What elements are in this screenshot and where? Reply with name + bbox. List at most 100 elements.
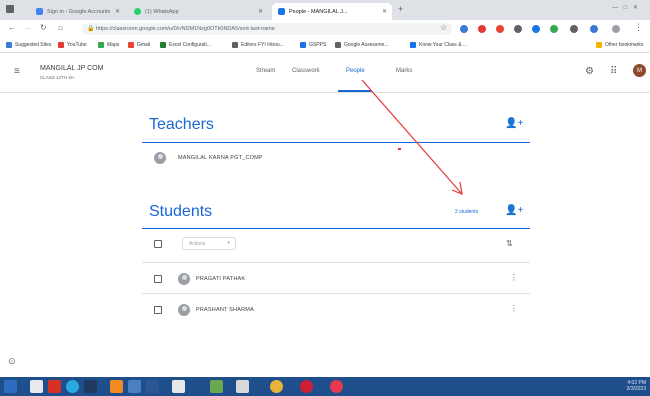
word-icon[interactable]: [146, 380, 159, 393]
url-text: https://classroom.google.com/u/0/r/NDM1N…: [96, 26, 275, 32]
opera-icon[interactable]: [300, 380, 313, 393]
bookmark-item[interactable]: YouTube: [58, 42, 87, 48]
class-name[interactable]: MANGILAL JP COM: [40, 65, 103, 72]
extensions-puzzle-icon[interactable]: [590, 25, 598, 33]
tab-people[interactable]: People - MANGILAL J... ✕: [272, 3, 392, 20]
system-tray[interactable]: 4:02 PM 3/3/2023: [627, 380, 646, 392]
clock-date: 3/3/2023: [626, 386, 646, 392]
extension-icon[interactable]: [460, 25, 468, 33]
browser-toolbar: ← → ↻ ⌂ 🔒 https://classroom.google.com/u…: [0, 20, 650, 38]
avatar: [178, 273, 190, 285]
bookmark-icon: [232, 42, 238, 48]
tab-label: Sign in - Google Accounts: [47, 8, 111, 15]
avatar: [154, 152, 166, 164]
students-count: 2 students: [455, 209, 479, 215]
bookmark-item[interactable]: Suggested Sites: [6, 42, 51, 48]
browser-menu-icon[interactable]: ⋮: [634, 22, 643, 33]
avatar: [178, 304, 190, 316]
student-name: PRASHANT SHARMA: [196, 307, 254, 313]
start-button-icon[interactable]: [4, 380, 17, 393]
extension-icon[interactable]: [478, 25, 486, 33]
sort-az-icon[interactable]: ⇅: [506, 239, 513, 248]
home-icon[interactable]: ⌂: [58, 23, 63, 32]
student-checkbox[interactable]: [154, 275, 162, 283]
app-icon[interactable]: [110, 380, 123, 393]
hamburger-menu-icon[interactable]: ≡: [14, 66, 20, 77]
app-icon[interactable]: [128, 380, 141, 393]
bookmark-star-icon[interactable]: ☆: [440, 23, 447, 32]
bookmark-item[interactable]: Maps: [98, 42, 119, 48]
bookmark-icon: [6, 42, 12, 48]
close-tab-icon[interactable]: ✕: [382, 8, 387, 15]
student-checkbox[interactable]: [154, 306, 162, 314]
browser-tab-strip: Sign in - Google Accounts ✕ (1) WhatsApp…: [0, 0, 650, 20]
class-section: CLASS 12TH XII: [40, 75, 74, 80]
bookmarks-bar: Suggested Sites YouTube Maps Gmail Excel…: [0, 38, 650, 53]
windows-taskbar: 4:02 PM 3/3/2023: [0, 377, 650, 396]
window-controls[interactable]: — □ ✕: [612, 4, 640, 11]
tab-classwork[interactable]: Classwork: [292, 68, 320, 74]
help-icon[interactable]: ⊙: [8, 356, 16, 367]
bookmark-icon: [300, 42, 306, 48]
app-icon[interactable]: [172, 380, 185, 393]
other-bookmarks[interactable]: Other bookmarks: [596, 42, 643, 48]
forward-arrow-icon[interactable]: →: [24, 23, 32, 32]
teacher-name: MANGILAL KARNA PGT_COMP: [178, 155, 263, 161]
app-icon[interactable]: [236, 380, 249, 393]
whatsapp-favicon-icon: [134, 8, 141, 15]
invite-teacher-icon[interactable]: 👤+: [505, 118, 523, 129]
classroom-favicon-icon: [278, 8, 285, 15]
tab-people[interactable]: People: [346, 68, 365, 74]
settings-gear-icon[interactable]: ⚙: [585, 66, 594, 77]
reload-icon[interactable]: ↻: [40, 23, 47, 32]
invite-students-icon[interactable]: 👤+: [505, 205, 523, 216]
row-divider: [142, 262, 530, 263]
more-options-icon[interactable]: ⋮: [510, 273, 518, 282]
address-bar[interactable]: 🔒 https://classroom.google.com/u/0/r/NDM…: [82, 23, 452, 35]
bookmark-item[interactable]: Gmail: [128, 42, 150, 48]
folder-icon: [596, 42, 602, 48]
more-options-icon[interactable]: ⋮: [510, 304, 518, 313]
apps-grid-icon[interactable]: ⠿: [610, 66, 617, 77]
students-heading: Students: [149, 203, 213, 220]
youtube-icon: [58, 42, 64, 48]
extension-icon[interactable]: [514, 25, 522, 33]
maps-icon: [98, 42, 104, 48]
account-avatar[interactable]: M: [633, 64, 646, 77]
tab-label: (1) WhatsApp: [145, 8, 179, 15]
bookmark-item[interactable]: Excel Configurati...: [160, 42, 211, 48]
extension-icon[interactable]: [550, 25, 558, 33]
back-arrow-icon[interactable]: ←: [8, 23, 16, 32]
app-icon[interactable]: [210, 380, 223, 393]
select-all-checkbox[interactable]: [154, 240, 162, 248]
ie-icon[interactable]: [66, 380, 79, 393]
teachers-heading: Teachers: [149, 116, 214, 133]
app-icon[interactable]: [330, 380, 343, 393]
bookmark-item[interactable]: GSPPS: [300, 42, 326, 48]
chrome-icon[interactable]: [270, 380, 283, 393]
actions-dropdown[interactable]: Actions ▾: [182, 237, 236, 250]
tab-label: People - MANGILAL J...: [289, 8, 348, 15]
new-tab-button[interactable]: +: [398, 4, 403, 14]
tab-stream[interactable]: Stream: [256, 68, 275, 74]
profile-icon[interactable]: [612, 25, 620, 33]
app-icon[interactable]: [84, 380, 97, 393]
close-tab-icon[interactable]: ✕: [115, 8, 120, 15]
window-menu-icon[interactable]: [6, 5, 14, 13]
app-icon[interactable]: [48, 380, 61, 393]
bookmark-item[interactable]: Google Assessme...: [335, 42, 388, 48]
gmail-icon: [128, 42, 134, 48]
chevron-down-icon: ▾: [227, 240, 230, 246]
tab-sign-in[interactable]: Sign in - Google Accounts ✕: [30, 3, 125, 20]
bookmark-item[interactable]: Editors FYI Inbou...: [232, 42, 284, 48]
extension-icon[interactable]: [532, 25, 540, 33]
actions-label: Actions: [189, 241, 206, 247]
extension-icon[interactable]: [496, 25, 504, 33]
tab-marks[interactable]: Marks: [396, 68, 412, 74]
explorer-icon[interactable]: [30, 380, 43, 393]
tab-whatsapp[interactable]: (1) WhatsApp ✕: [128, 3, 268, 20]
close-tab-icon[interactable]: ✕: [258, 8, 263, 15]
extension-icon[interactable]: [570, 25, 578, 33]
bookmark-item[interactable]: Know Your Class & ...: [410, 42, 467, 48]
annotation-mark: [398, 148, 401, 150]
